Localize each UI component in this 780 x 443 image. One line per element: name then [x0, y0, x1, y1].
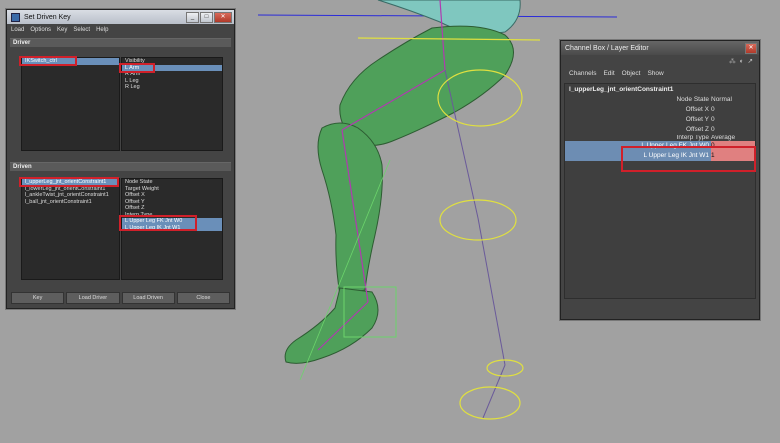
list-item[interactable]: R Leg	[122, 84, 222, 91]
sdk-titlebar[interactable]: Set Driven Key _ □ ✕	[7, 10, 234, 24]
close-window-button[interactable]: ✕	[214, 11, 232, 23]
sdk-button-row: Key Load Driver Load Driven Close	[11, 292, 230, 304]
highlight-box	[119, 215, 197, 231]
arrow-icon[interactable]: ↗	[748, 57, 753, 65]
channel-row[interactable]: Offset Z0	[565, 125, 755, 135]
channels-icon[interactable]: ⁂	[729, 57, 736, 65]
sdk-menubar: Load Options Key Select Help	[7, 24, 234, 36]
cb-icon-row: ⁂ ◐ ↗	[561, 55, 759, 67]
driven-section-header: Driven	[10, 162, 231, 171]
highlight-box	[19, 56, 77, 66]
menu-object[interactable]: Object	[622, 70, 641, 77]
minimize-button[interactable]: _	[186, 11, 199, 23]
menu-show[interactable]: Show	[647, 70, 663, 77]
load-driven-button[interactable]: Load Driven	[121, 292, 175, 304]
menu-key[interactable]: Key	[57, 27, 67, 33]
maximize-button[interactable]: □	[200, 11, 213, 23]
object-name[interactable]: l_upperLeg_jnt_orientConstraint1	[565, 84, 755, 95]
set-driven-key-window[interactable]: Set Driven Key _ □ ✕ Load Options Key Se…	[6, 9, 235, 309]
driven-objects-list[interactable]: l_upperLeg_jnt_orientConstraint1 l_lower…	[21, 178, 120, 280]
highlight-box	[621, 146, 756, 172]
cb-menubar: Channels Edit Object Show	[561, 67, 759, 79]
highlight-box	[19, 177, 119, 187]
list-item[interactable]: l_ankleTwist_jnt_orientConstraint1	[22, 192, 119, 199]
list-item[interactable]: l_ball_jnt_orientConstraint1	[22, 199, 119, 206]
cb-titlebar[interactable]: Channel Box / Layer Editor ✕	[561, 41, 759, 55]
load-driver-button[interactable]: Load Driver	[66, 292, 120, 304]
menu-edit[interactable]: Edit	[603, 70, 614, 77]
menu-options[interactable]: Options	[30, 27, 51, 33]
key-button[interactable]: Key	[11, 292, 65, 304]
sphere-icon[interactable]: ◐	[740, 58, 744, 65]
driver-section-header: Driver	[10, 38, 231, 47]
menu-channels[interactable]: Channels	[569, 70, 596, 77]
close-window-button[interactable]: ✕	[745, 42, 757, 54]
close-button[interactable]: Close	[176, 292, 230, 304]
highlight-box	[119, 63, 155, 73]
cb-title: Channel Box / Layer Editor	[565, 44, 649, 52]
cb-panel: l_upperLeg_jnt_orientConstraint1 Node St…	[564, 83, 756, 299]
maya-window-icon	[11, 12, 20, 22]
channel-box-window[interactable]: Channel Box / Layer Editor ✕ ⁂ ◐ ↗ Chann…	[560, 40, 760, 320]
menu-load[interactable]: Load	[11, 27, 24, 33]
menu-help[interactable]: Help	[96, 27, 108, 33]
driver-objects-list[interactable]: IKSwitch_ctrl	[21, 57, 120, 151]
channel-row[interactable]: Offset X0	[565, 105, 755, 115]
channel-row[interactable]: Node State Normal	[565, 95, 755, 105]
channel-row[interactable]: Offset Y0	[565, 115, 755, 125]
sdk-title: Set Driven Key	[24, 13, 71, 21]
menu-select[interactable]: Select	[73, 27, 90, 33]
